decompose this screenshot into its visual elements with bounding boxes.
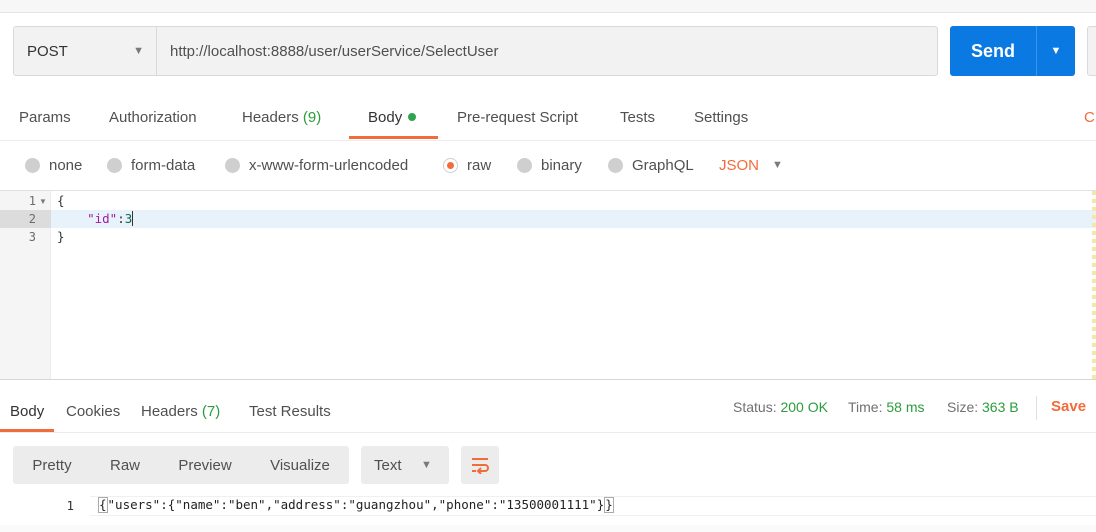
radio-raw[interactable]: raw [443,157,491,174]
line-number: 3 [28,230,36,244]
radio-circle-icon [107,158,122,173]
radio-circle-icon [25,158,40,173]
request-tabs: Params Authorization Headers (9) Body Pr… [0,100,1096,140]
format-label: Text [374,456,402,474]
save-button-partial[interactable] [1087,26,1096,76]
status-value: 200 OK [780,399,828,415]
chevron-down-icon: ▼ [1050,45,1062,57]
matched-brace: { [98,497,108,513]
code-line-1: { [57,193,65,208]
format-select[interactable]: Text ▼ [361,446,449,484]
tab-body-label: Body [368,109,403,126]
scrollbar-marker [1092,191,1096,379]
send-options-button[interactable]: ▼ [1037,26,1075,76]
code-line-3: } [57,229,65,244]
chevron-down-icon: ▼ [133,45,144,57]
chevron-down-icon: ▼ [421,459,432,471]
wrap-lines-button[interactable] [461,446,499,484]
view-raw-button[interactable]: Raw [91,446,159,484]
time-label: Time: [848,399,883,415]
line-number: 2 [28,212,36,226]
resp-tab-test-results[interactable]: Test Results [249,403,331,420]
view-mode-group: Pretty Raw Preview Visualize [13,446,349,484]
tab-settings[interactable]: Settings [694,109,748,126]
resp-headers-count: (7) [201,403,221,420]
response-json: "users":{"name":"ben","address":"guangzh… [107,497,605,512]
json-key: "id" [87,211,118,226]
tab-tests[interactable]: Tests [620,109,655,126]
response-body-text[interactable]: {"users":{"name":"ben","address":"guangz… [98,497,614,513]
json-colon: : [117,211,125,226]
text-cursor [132,211,134,226]
resp-tab-headers[interactable]: Headers (7) [141,403,220,420]
radio-graphql[interactable]: GraphQL [608,157,694,174]
resp-tab-cookies[interactable]: Cookies [66,403,120,420]
send-button[interactable]: Send [950,26,1036,76]
chevron-down-icon[interactable]: ▼ [772,159,783,171]
divider [0,432,1096,433]
cookies-link-partial[interactable]: C [1084,109,1095,126]
view-pretty-button[interactable]: Pretty [13,446,91,484]
size-label: Size: [947,399,979,415]
resp-tab-headers-label: Headers [141,403,198,420]
url-text: http://localhost:8888/user/userService/S… [170,42,499,60]
tab-params[interactable]: Params [19,109,71,126]
radio-label: x-www-form-urlencoded [249,157,409,174]
active-line-highlight [51,210,1096,228]
status-info[interactable]: Status: 200 OK [733,399,828,415]
radio-form-data[interactable]: form-data [107,157,195,174]
radio-label: GraphQL [632,157,694,174]
time-info[interactable]: Time: 58 ms [848,399,925,415]
json-value: 3 [124,211,133,226]
radio-label: form-data [131,157,196,174]
method-label: POST [27,42,68,60]
body-indicator-dot [408,113,417,121]
code-line-2: "id":3 [57,211,134,226]
tab-headers-label: Headers [242,109,299,126]
radio-binary[interactable]: binary [517,157,582,174]
body-type-selector: none form-data x-www-form-urlencoded raw… [0,150,1096,184]
request-bar: POST ▼ http://localhost:8888/user/userSe… [13,26,938,76]
send-group: Send ▼ [950,26,1075,76]
size-value: 363 B [982,399,1019,415]
headers-count: (9) [302,109,322,126]
radio-urlencoded[interactable]: x-www-form-urlencoded [225,157,408,174]
line-number: 1 [66,498,74,513]
radio-label: binary [541,157,582,174]
time-value: 58 ms [886,399,925,415]
active-tab-underline [349,136,438,139]
save-response-button[interactable]: Save [1051,398,1086,415]
view-visualize-button[interactable]: Visualize [251,446,349,484]
url-input[interactable]: http://localhost:8888/user/userService/S… [157,27,937,75]
line-number: 1 [28,194,36,208]
divider [1036,396,1037,420]
radio-none[interactable]: none [25,157,82,174]
matched-brace: } [604,497,614,513]
wrap-icon [472,458,489,474]
request-body-editor[interactable]: 1 ▼ 2 3 { "id":3 } [0,190,1096,380]
radio-label: raw [467,157,492,174]
language-select[interactable]: JSON [719,157,759,174]
bottom-strip [0,525,1096,532]
status-label: Status: [733,399,777,415]
divider [0,140,1096,141]
radio-circle-icon [225,158,240,173]
tab-pre-request-script[interactable]: Pre-request Script [457,109,578,126]
tab-headers[interactable]: Headers (9) [242,109,321,126]
fold-arrow-icon[interactable]: ▼ [39,197,47,206]
view-preview-button[interactable]: Preview [159,446,251,484]
radio-circle-icon [608,158,623,173]
top-strip [0,0,1096,13]
size-info[interactable]: Size: 363 B [947,399,1019,415]
response-tabs: Body Cookies Headers (7) Test Results St… [0,392,1096,432]
resp-tab-body[interactable]: Body [10,403,44,420]
radio-label: none [49,157,83,174]
tab-authorization[interactable]: Authorization [109,109,197,126]
radio-circle-icon [517,158,532,173]
radio-selected-icon [443,158,458,173]
method-select[interactable]: POST ▼ [14,27,157,75]
tab-body[interactable]: Body [368,109,417,126]
